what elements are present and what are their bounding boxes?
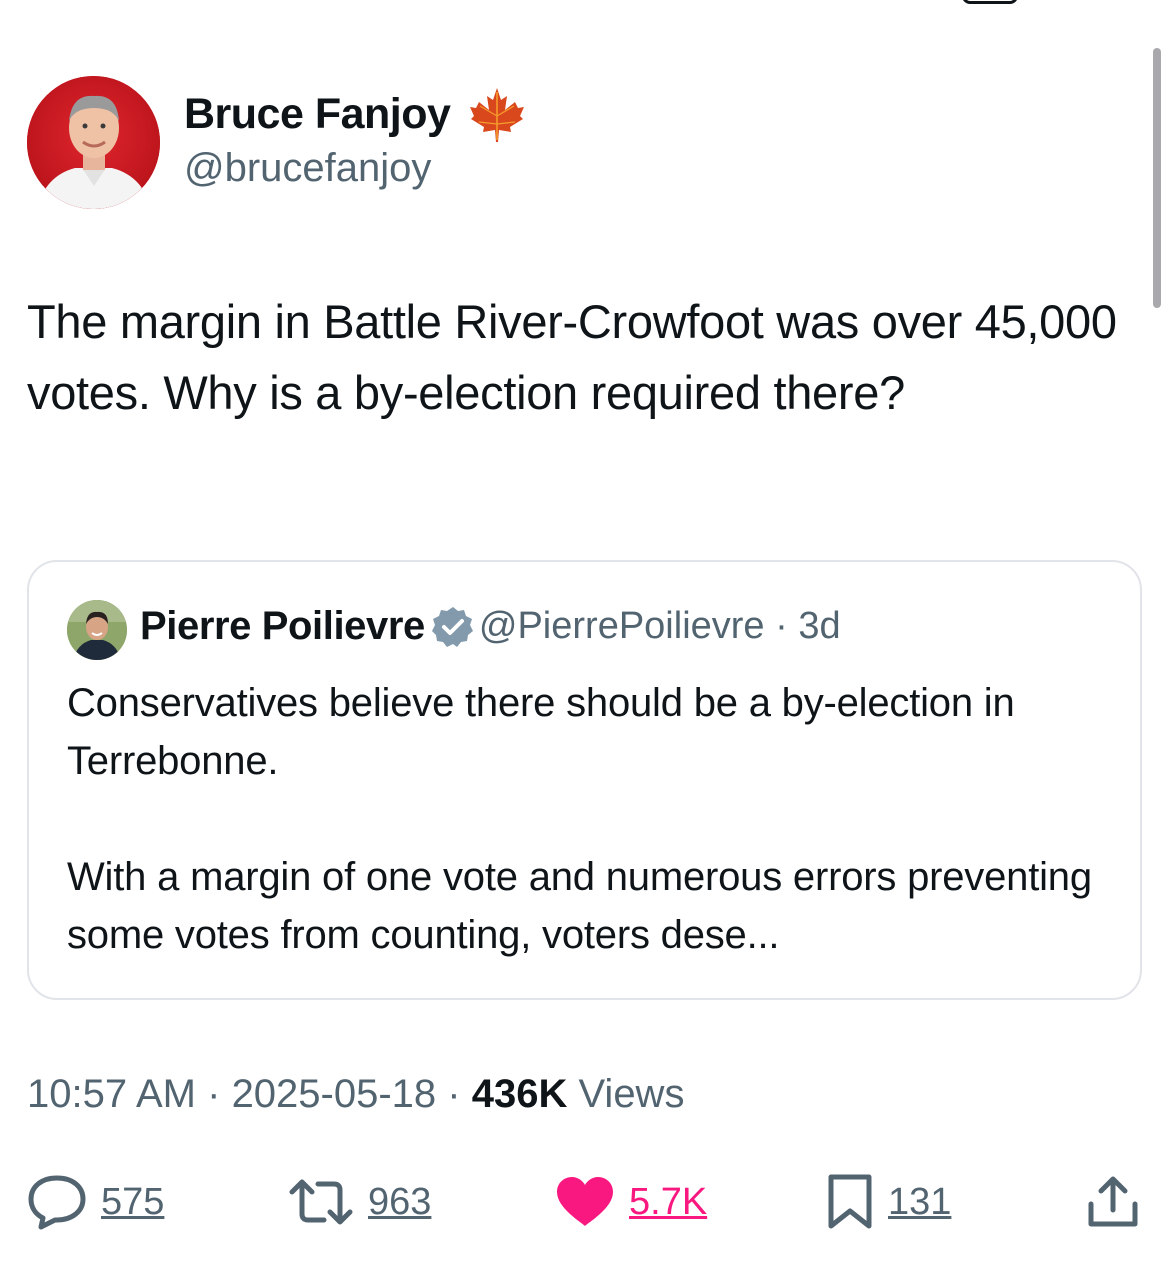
- author-name[interactable]: Bruce Fanjoy: [184, 90, 451, 139]
- views-count: 436K: [471, 1072, 568, 1116]
- author-avatar[interactable]: [27, 76, 160, 209]
- tweet-text: The margin in Battle River-Crowfoot was …: [27, 295, 1117, 419]
- share-button[interactable]: [1086, 1172, 1140, 1232]
- quoted-tweet-time[interactable]: 3d: [798, 605, 840, 647]
- tweet-date[interactable]: 2025-05-18: [232, 1072, 437, 1116]
- reply-button[interactable]: 575: [27, 1172, 164, 1232]
- share-icon: [1088, 1176, 1138, 1227]
- quoted-tweet-header: Pierre Poilievre @PierrePoilievre · 3d: [140, 604, 841, 648]
- like-count[interactable]: 5.7K: [629, 1181, 707, 1224]
- quoted-tweet-paragraph: Conservatives believe there should be a …: [67, 681, 1015, 783]
- tweet-meta: 10:57 AM · 2025-05-18 · 436K Views: [27, 1072, 685, 1116]
- author-handle[interactable]: @brucefanjoy: [184, 146, 431, 191]
- views-label: Views: [578, 1072, 685, 1116]
- quoted-author-avatar[interactable]: [67, 600, 127, 660]
- verified-badge-icon: [431, 606, 473, 647]
- quoted-author-name[interactable]: Pierre Poilievre: [140, 604, 425, 648]
- quoted-tweet-text: Conservatives believe there should be a …: [67, 674, 1117, 964]
- bookmark-count[interactable]: 131: [888, 1181, 951, 1224]
- heart-icon: [557, 1177, 613, 1226]
- quoted-author-handle[interactable]: @PierrePoilievre: [479, 605, 765, 647]
- repost-button[interactable]: 963: [288, 1172, 431, 1232]
- reply-count[interactable]: 575: [101, 1181, 164, 1224]
- repost-icon: [289, 1179, 353, 1225]
- status-indicator: [962, 0, 1018, 4]
- reply-icon: [28, 1175, 86, 1230]
- like-button[interactable]: 5.7K: [555, 1172, 707, 1232]
- scrollbar[interactable]: [1153, 48, 1161, 308]
- bookmark-icon: [828, 1174, 872, 1229]
- repost-count[interactable]: 963: [368, 1181, 431, 1224]
- maple-leaf-icon: [470, 88, 524, 142]
- quoted-tweet-paragraph: With a margin of one vote and numerous e…: [67, 855, 1092, 957]
- tweet-time[interactable]: 10:57 AM: [27, 1072, 196, 1116]
- bookmark-button[interactable]: 131: [826, 1172, 951, 1232]
- quoted-tweet-card[interactable]: Pierre Poilievre @PierrePoilievre · 3d C…: [27, 560, 1142, 1000]
